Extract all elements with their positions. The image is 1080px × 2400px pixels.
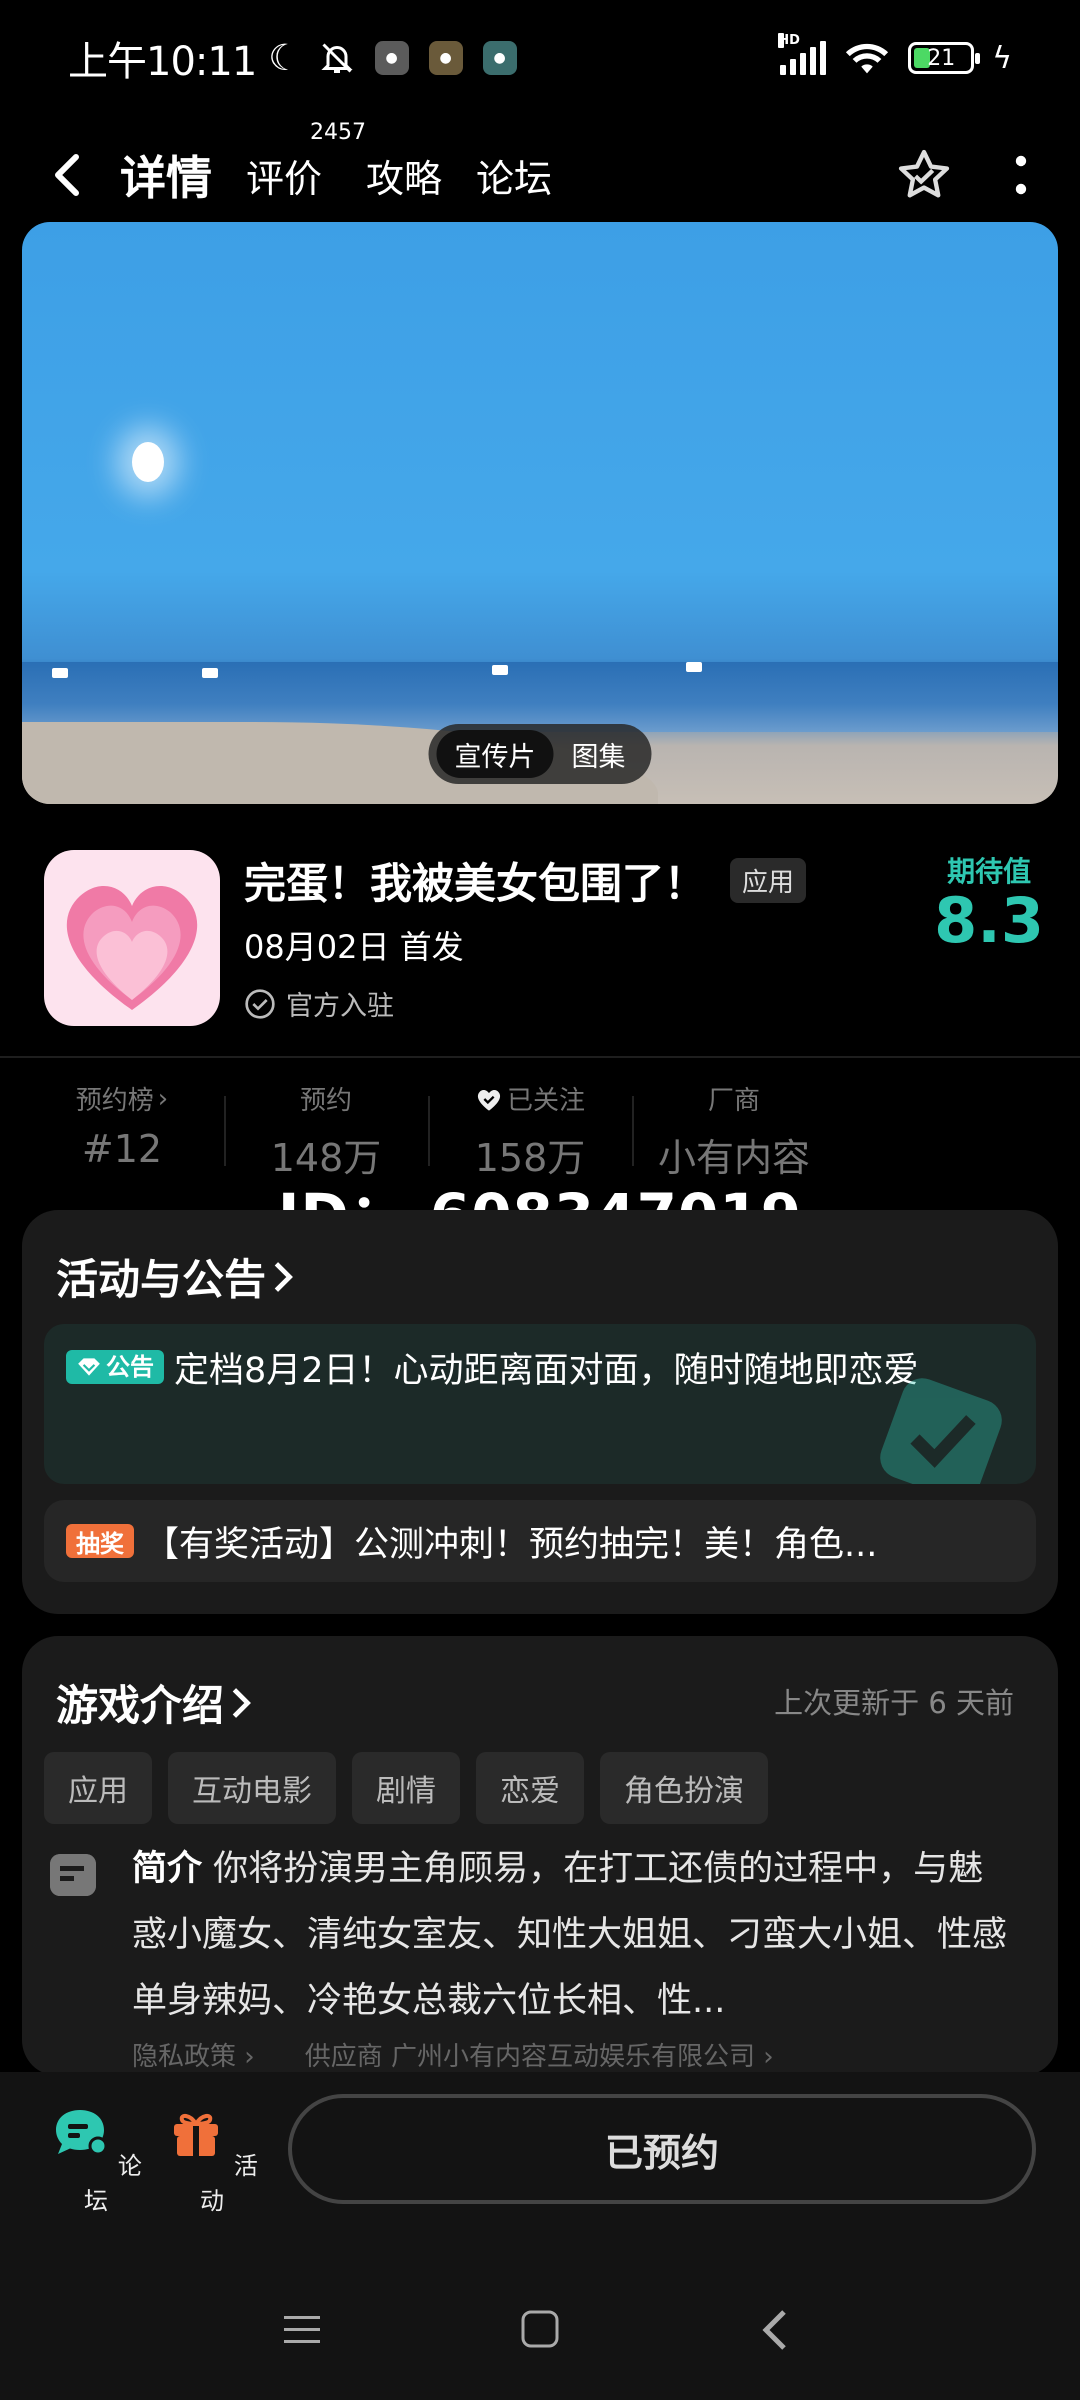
stat-rank[interactable]: 预约榜 › #12 xyxy=(20,1080,224,1180)
official-badge: 官方入驻 xyxy=(244,984,394,1023)
policy-links: 隐私政策 › 供应商 广州小有内容互动娱乐有限公司 › xyxy=(132,2036,774,2073)
genre-tags: 应用 互动电影 剧情 恋爱 角色扮演 xyxy=(44,1752,768,1824)
sun xyxy=(132,442,164,482)
genre-tag[interactable]: 应用 xyxy=(44,1752,152,1824)
top-navigation: 详情 评价 2457 攻略 论坛 xyxy=(0,116,1080,234)
expectation-score: 期待值 8.3 xyxy=(934,850,1044,952)
lottery-text: 【有奖活动】公测冲刺！预约抽完！美！角色... xyxy=(144,1524,878,1565)
announcement-item[interactable]: 公告 定档8月2日！心动距离面对面，随时随地即恋爱 xyxy=(44,1324,1036,1484)
wifi-icon xyxy=(846,43,889,74)
notification-app-icon: ● xyxy=(482,41,517,75)
chevron-right-icon: › xyxy=(157,1083,169,1114)
tab-details[interactable]: 详情 xyxy=(118,142,214,208)
type-chip: 应用 xyxy=(730,857,807,903)
tab-reviews[interactable]: 评价 2457 xyxy=(246,120,366,203)
reserved-button[interactable]: 已预约 xyxy=(288,2094,1036,2204)
more-menu-button[interactable] xyxy=(1014,155,1028,195)
moon-icon: ☾ xyxy=(268,37,301,79)
clock: 上午10:11 xyxy=(68,39,257,85)
stat-followed[interactable]: 已关注 158万 xyxy=(428,1080,632,1180)
toggle-trailer[interactable]: 宣传片 xyxy=(436,730,554,778)
game-title-row: 完蛋！我被美女包围了！ 应用 xyxy=(244,850,807,910)
home-square-icon[interactable] xyxy=(520,2308,560,2350)
favorite-star-button[interactable] xyxy=(894,146,954,204)
announcement-tag-label: 公告 xyxy=(106,1353,154,1381)
activities-header[interactable]: 活动与公告 xyxy=(56,1246,294,1307)
bell-muted-icon xyxy=(320,43,353,73)
intro-label: 简介 xyxy=(132,1849,203,1889)
intro-description[interactable]: 简介 你将扮演男主角顾易，在打工还债的过程中，与魅惑小魔女、清纯女室友、知性大姐… xyxy=(132,1836,1012,2034)
heart-check-icon xyxy=(477,1089,501,1111)
lottery-item[interactable]: 抽奖 【有奖活动】公测冲刺！预约抽完！美！角色... xyxy=(44,1500,1036,1582)
stats-row: 预约榜 › #12 预约 148万 已关注 158万 厂商 小有内容 xyxy=(0,1080,1080,1181)
stat-developer[interactable]: 厂商 小有内容 xyxy=(632,1080,836,1180)
privacy-policy-label: 隐私政策 xyxy=(132,2042,237,2072)
activity-button[interactable]: 活动 xyxy=(162,2102,262,2216)
notification-app-icon: ● xyxy=(374,41,409,75)
back-arrow-icon xyxy=(55,154,79,196)
description-icon xyxy=(50,1854,96,1896)
genre-tag[interactable]: 恋爱 xyxy=(476,1752,584,1824)
activities-title: 活动与公告 xyxy=(56,1255,267,1304)
game-icon xyxy=(44,850,220,1026)
back-button[interactable] xyxy=(52,149,92,201)
media-toggle: 宣传片 图集 xyxy=(428,724,652,784)
intro-header[interactable]: 游戏介绍 xyxy=(56,1672,252,1733)
boat xyxy=(52,668,68,678)
genre-tag[interactable]: 剧情 xyxy=(352,1752,460,1824)
gift-icon xyxy=(174,2113,219,2156)
stat-developer-label: 厂商 xyxy=(707,1086,760,1116)
divider xyxy=(0,1056,1080,1058)
expectation-value: 8.3 xyxy=(934,884,1044,957)
release-date: 08月02日 首发 xyxy=(244,928,464,966)
lottery-tag: 抽奖 xyxy=(66,1524,134,1558)
boat xyxy=(492,665,508,675)
battery-level: 21 xyxy=(927,45,956,71)
activities-card: 活动与公告 公告 定档8月2日！心动距离面对面，随时随地即恋爱 抽奖 【有奖活动… xyxy=(22,1210,1058,1614)
stat-followed-label: 已关注 xyxy=(506,1086,585,1116)
charging-icon: ϟ xyxy=(992,40,1012,76)
check-circle-icon xyxy=(245,988,275,1019)
recents-menu-icon[interactable] xyxy=(282,2310,322,2350)
privacy-policy-link[interactable]: 隐私政策 › xyxy=(132,2036,255,2073)
diamond-icon xyxy=(78,1358,100,1376)
boat xyxy=(202,668,218,678)
network-type: HD xyxy=(778,33,800,48)
tab-guides[interactable]: 攻略 xyxy=(366,148,442,203)
genre-tag[interactable]: 互动电影 xyxy=(168,1752,336,1824)
chevron-right-icon xyxy=(274,1261,293,1292)
announcement-tag: 公告 xyxy=(66,1350,164,1384)
system-navigation-bar xyxy=(0,2292,1080,2372)
review-count: 2457 xyxy=(310,119,367,145)
cellular-signal-icon: HD xyxy=(778,33,827,75)
status-bar: 上午10:11 ☾ ● ● ● HD 21 ϟ xyxy=(0,0,1080,116)
check-decoration-icon xyxy=(880,1378,1002,1484)
intro-title: 游戏介绍 xyxy=(56,1681,225,1730)
supplier-label: 供应商 广州小有内容互动娱乐有限公司 xyxy=(304,2042,755,2072)
battery-icon: 21 xyxy=(908,42,981,74)
stat-rank-value: #12 xyxy=(81,1127,163,1171)
bottom-action-bar: 论坛 活动 已预约 xyxy=(0,2072,1080,2400)
notification-app-icon: ● xyxy=(428,41,463,75)
supplier-link[interactable]: 供应商 广州小有内容互动娱乐有限公司 › xyxy=(305,2036,774,2073)
intro-text: 你将扮演男主角顾易，在打工还债的过程中，与魅惑小魔女、清纯女室友、知性大姐姐、刁… xyxy=(132,1849,1008,2021)
forum-chat-icon xyxy=(56,2110,108,2156)
back-triangle-icon[interactable] xyxy=(760,2308,790,2352)
tab-reviews-label: 评价 xyxy=(246,156,323,201)
stat-rank-label: 预约榜 xyxy=(75,1086,154,1116)
promo-media[interactable]: 宣传片 图集 xyxy=(22,222,1058,804)
game-title: 完蛋！我被美女包围了！ xyxy=(244,858,707,908)
stat-reservations: 预约 148万 xyxy=(224,1080,428,1180)
chevron-right-icon xyxy=(232,1687,251,1718)
announcement-text: 定档8月2日！心动距离面对面，随时随地即恋爱 xyxy=(174,1351,919,1391)
game-intro-card: 游戏介绍 上次更新于 6 天前 应用 互动电影 剧情 恋爱 角色扮演 简介 你将… xyxy=(22,1636,1058,2076)
forum-button[interactable]: 论坛 xyxy=(46,2102,146,2216)
tab-forum[interactable]: 论坛 xyxy=(476,148,552,203)
toggle-gallery[interactable]: 图集 xyxy=(554,730,644,778)
last-updated: 上次更新于 6 天前 xyxy=(774,1686,1014,1720)
boat xyxy=(686,662,702,672)
stat-reservations-label: 预约 xyxy=(299,1086,352,1116)
genre-tag[interactable]: 角色扮演 xyxy=(600,1752,768,1824)
official-label: 官方入驻 xyxy=(286,991,394,1022)
